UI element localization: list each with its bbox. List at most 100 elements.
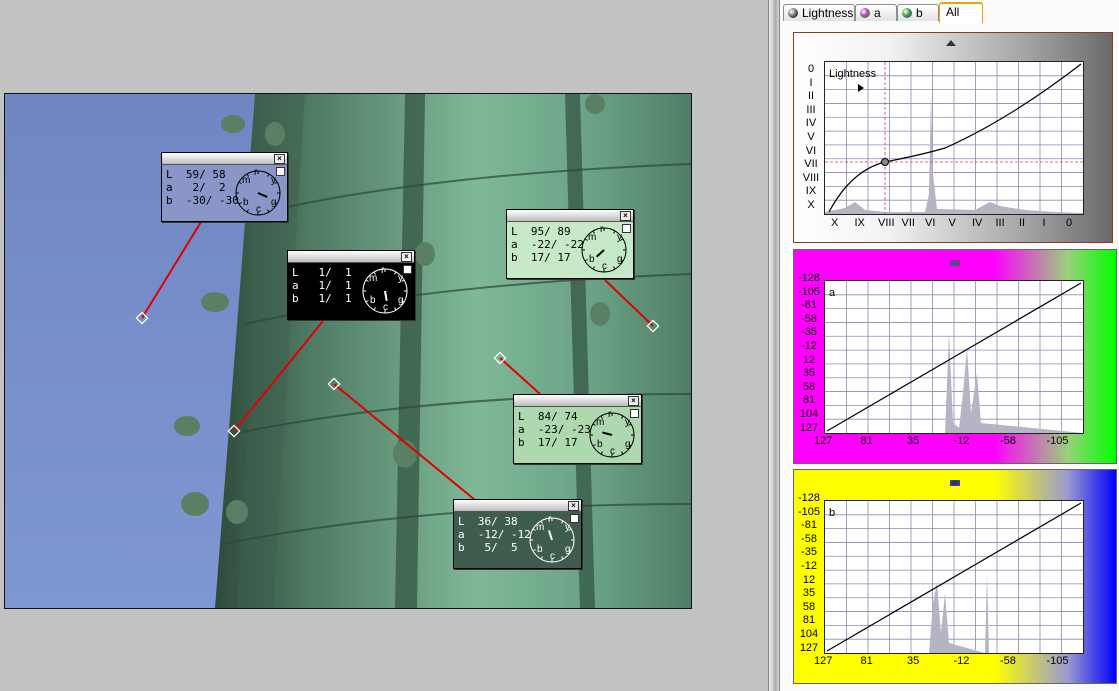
sample-window-titlebar[interactable]: × [454,500,581,512]
tick-label: 12 [802,573,816,586]
sample-window-titlebar[interactable]: × [288,251,414,263]
curve-point-icon[interactable] [881,158,889,166]
tab-all[interactable]: All [939,2,983,23]
dial-letter-b: b [537,544,543,555]
tick-label: 127 [799,421,819,434]
readout-key: b [518,436,525,449]
readout-key: b [458,541,465,554]
tick-label: III [995,217,1005,229]
tick-label: VI [925,217,936,229]
dial-letter-b: b [589,254,595,265]
close-icon[interactable]: × [628,396,639,406]
tab-a[interactable]: a [855,4,897,21]
sample-window-1[interactable]: × L 59/ 58 a 2/ 2b -30/ -30 m r y b c g [161,152,288,222]
dial-letter-c: c [256,204,261,215]
sample-window-5[interactable]: × L 36/ 38 a -12/ -12 b 5/ 5mrybcg [453,499,582,569]
readout-value: 2/ 2 [172,181,226,194]
tick-label: 35 [907,435,920,447]
tick-label: 58 [802,380,816,393]
a-plot[interactable]: a [824,280,1084,434]
readout-key: a [292,279,299,292]
readout-row-L: L 95/ 89 [511,225,584,238]
tick-label: 0 [1066,217,1073,229]
tick-label: 35 [802,587,816,600]
tick-label: IX [805,185,817,198]
sample-window-titlebar[interactable]: × [514,395,641,407]
lightness-graph-title: Lightness [829,68,877,80]
dial-letter-r: r [600,225,604,235]
readout-row-a: a -12/ -12 [458,528,531,541]
tab-lightness[interactable]: Lightness [783,4,855,21]
readout-key: b [166,194,173,207]
readout-row-b: b 17/ 17 [511,251,584,264]
tick-label: V [807,131,815,143]
tick-label: -12 [801,560,817,572]
b-curve-plot[interactable] [825,501,1083,653]
tick-label: III [806,103,816,116]
sample-window-titlebar[interactable]: × [507,210,633,222]
tick-label: I [809,76,813,89]
sample-window-4[interactable]: × L 84/ 74 a -23/ -23 b 17/ 17 m r y b c g [513,394,642,464]
readout-row-a: a -22/ -22 [511,238,584,251]
readout-value: 95/ 89 [517,225,571,238]
readout-value: 59/ 58 [172,168,226,181]
close-icon[interactable]: × [620,211,631,221]
tick-label: -58 [801,532,817,545]
readout-key: L [292,266,299,279]
dial-letter-m: m [588,232,596,243]
tick-label: 81 [802,614,816,627]
lab-readout: L 59/ 58 a 2/ 2b -30/ -30 [166,168,239,207]
tick-label: -81 [801,519,817,532]
lab-readout: L 95/ 89 a -22/ -22 b 17/ 17 [511,225,584,264]
tick-label: -12 [953,435,970,447]
b-ball-icon [902,8,912,18]
readout-row-b: b -30/ -30 [166,194,239,207]
color-dial-icon: mr y bcg [362,266,408,314]
dial-letter-r: r [548,515,552,525]
dial-letter-g: g [398,295,404,306]
tick-label: 58 [802,600,816,613]
panel-splitter[interactable] [768,0,780,691]
close-icon[interactable]: × [274,154,285,164]
tick-label: -105 [1046,655,1069,667]
dial-letter-c: c [383,302,388,313]
photo-canvas[interactable] [4,93,692,609]
dial-letter-g: g [565,544,571,555]
close-icon[interactable]: × [401,252,412,262]
readout-row-a: a -23/ -23 [518,423,591,436]
tab-label: b [916,6,923,20]
readout-row-a: a 1/ 1 [292,279,352,292]
curves-panel: Lightness a b All Lightness 0 I II III IV V VI… [780,0,1119,691]
graph-handle-icon[interactable] [950,480,960,486]
tick-label: 104 [799,408,819,420]
tick-label: V [948,217,956,229]
tick-label: -35 [801,326,817,339]
sample-window-3[interactable]: × L 95/ 89 a -22/ -22 b 17/ 17 m r y b c g [506,209,634,279]
a-graph: a -128 -105 -81 -58 -35 -12 12 35 58 81 104 127 127… [793,249,1117,464]
tick-label: 0 [807,63,815,75]
readout-key: b [292,292,299,305]
dial-letter-g: g [271,197,277,208]
lightness-curve[interactable] [828,63,1082,213]
readout-row-b: b 1/ 1 [292,292,352,305]
sample-window-2[interactable]: × L 1/ 1a 1/ 1b 1/ 1mrybcg [287,250,415,320]
graph-handle-icon[interactable] [946,40,956,46]
close-icon[interactable]: × [568,501,579,511]
b-graph: b -128 -105 -81 -58 -35 -12 12 35 58 81 104 127 127… [793,469,1117,684]
tab-label: All [946,5,960,19]
image-workspace[interactable]: × L 59/ 58 a 2/ 2b -30/ -30 m r y b c g × L 1/ … [0,0,768,691]
tab-b[interactable]: b [897,4,939,21]
tick-label: -105 [797,505,821,518]
lightness-plot[interactable]: Lightness [824,61,1084,215]
sample-window-titlebar[interactable]: × [162,153,287,165]
tick-label: I [1042,217,1046,229]
tick-label: VII [804,158,818,171]
graph-handle-icon[interactable] [950,260,960,266]
b-plot[interactable]: b [824,500,1084,654]
a-curve-plot[interactable] [825,281,1083,433]
tick-label: 81 [860,655,873,667]
lightness-graph: Lightness 0 I II III IV V VI VII VIII IX X X IX VIII… [793,32,1113,243]
sample-window-body: L 1/ 1a 1/ 1b 1/ 1mrybcg [288,263,414,319]
play-marker-icon [858,84,864,92]
readout-row-b: b 5/ 5 [458,541,531,554]
